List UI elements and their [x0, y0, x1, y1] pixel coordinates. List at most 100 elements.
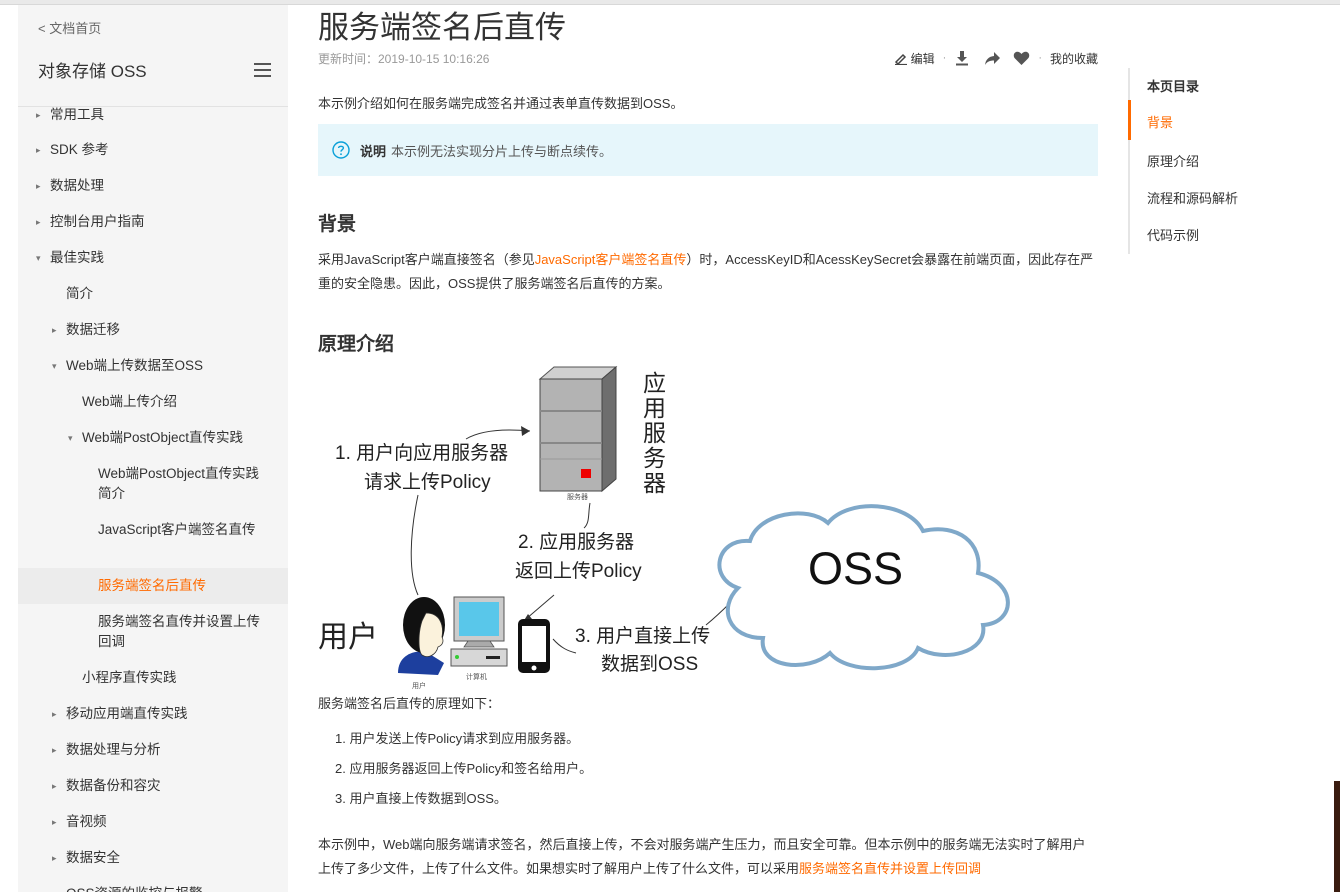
- sidebar-item[interactable]: 服务端签名后直传: [18, 568, 288, 604]
- sidebar-item-label: 常用工具: [50, 107, 104, 122]
- server-icon: [538, 365, 618, 493]
- js-signature-link[interactable]: JavaScript客户端签名直传: [535, 252, 687, 267]
- page-title: 服务端签名后直传: [318, 10, 566, 45]
- principle-diagram: 服务器 应 用 服 务 器 1. 用户向应用服务器 请求上传Policy 2. …: [318, 365, 1010, 690]
- sidebar-item-label: 控制台用户指南: [50, 214, 145, 229]
- sidebar-item-label: 小程序直传实践: [82, 670, 177, 685]
- sidebar-item-label: 数据处理与分析: [66, 742, 161, 757]
- oss-label: OSS: [808, 543, 903, 594]
- caret-right-icon[interactable]: ▸: [36, 105, 41, 125]
- edit-icon: [894, 53, 907, 65]
- caret-right-icon[interactable]: ▸: [52, 776, 57, 796]
- sidebar-item[interactable]: ▾ Web端上传数据至OSS: [18, 356, 288, 376]
- caret-right-icon[interactable]: ▸: [36, 212, 41, 232]
- caret-right-icon[interactable]: ▸: [52, 812, 57, 832]
- background-text-before: 采用JavaScript客户端直接签名（参见: [318, 252, 535, 267]
- toolbar-separator: ·: [942, 52, 947, 64]
- favorite-button[interactable]: [1013, 51, 1030, 66]
- user-label: 用户: [318, 621, 378, 654]
- sidebar-item-label: 数据安全: [66, 850, 120, 865]
- sidebar-item[interactable]: 服务端签名直传并设置上传回调: [18, 612, 288, 652]
- user-caption: 用户: [412, 681, 426, 690]
- toc-title: 本页目录: [1147, 79, 1200, 94]
- sidebar-item[interactable]: Web端PostObject直传实践简介: [18, 464, 288, 504]
- sidebar-item-label: 数据迁移: [66, 322, 120, 337]
- sidebar-item-label: 简介: [66, 286, 93, 301]
- background-paragraph: 采用JavaScript客户端直接签名（参见JavaScript客户端签名直传）…: [318, 248, 1098, 296]
- sidebar-item[interactable]: JavaScript客户端签名直传: [18, 520, 288, 560]
- sidebar-item[interactable]: ▸ SDK 参考: [18, 140, 288, 160]
- sidebar-item[interactable]: OSS资源的监控与报警: [18, 884, 288, 892]
- toc-item-background[interactable]: 背景: [1147, 112, 1173, 131]
- sidebar-item-label: 数据处理: [50, 178, 104, 193]
- step2-label-line1: 2. 应用服务器: [518, 531, 634, 553]
- back-to-docs-link[interactable]: < 文档首页: [38, 18, 101, 37]
- sidebar-item[interactable]: ▸ 数据处理: [18, 176, 288, 196]
- step3-label-line1: 3. 用户直接上传: [575, 625, 710, 647]
- sidebar-item-label: Web端PostObject直传实践简介: [98, 466, 260, 501]
- sidebar-item-label: SDK 参考: [50, 142, 109, 157]
- download-icon: [956, 51, 969, 66]
- server-label-char: 应: [643, 370, 666, 396]
- download-button[interactable]: [954, 50, 970, 66]
- caret-down-icon[interactable]: ▾: [36, 248, 41, 268]
- sidebar-item[interactable]: ▸ 数据安全: [18, 848, 288, 868]
- caret-right-icon[interactable]: ▸: [52, 704, 57, 724]
- sidebar-divider: [18, 106, 288, 107]
- note-label: 说明: [360, 143, 387, 159]
- caret-right-icon[interactable]: ▸: [52, 740, 57, 760]
- sidebar-item[interactable]: ▸ 移动应用端直传实践: [18, 704, 288, 724]
- sidebar-item-label: 移动应用端直传实践: [66, 706, 188, 721]
- heading-principle: 原理介绍: [318, 334, 395, 355]
- caret-right-icon[interactable]: ▸: [36, 140, 41, 160]
- sidebar-item[interactable]: ▾ Web端PostObject直传实践: [18, 428, 288, 448]
- sidebar-item-label: 服务端签名后直传: [98, 578, 206, 593]
- sidebar-item-label: 最佳实践: [50, 250, 104, 265]
- sidebar-item-label: 音视频: [66, 814, 107, 829]
- caret-right-icon[interactable]: ▸: [52, 320, 57, 340]
- bottom-paragraph: 本示例中，Web端向服务端请求签名，然后直接上传，不会对服务端产生压力，而且安全…: [318, 833, 1098, 881]
- my-collection-link[interactable]: 我的收藏: [1050, 50, 1098, 67]
- caret-down-icon[interactable]: ▾: [52, 356, 57, 376]
- upload-callback-link[interactable]: 服务端签名直传并设置上传回调: [799, 861, 981, 876]
- sidebar-item[interactable]: ▸ 数据处理与分析: [18, 740, 288, 760]
- computer-caption: 计算机: [466, 672, 487, 681]
- share-button[interactable]: [984, 51, 1001, 66]
- note-box: 说明 本示例无法实现分片上传与断点续传。: [318, 124, 1098, 176]
- sidebar-item[interactable]: ▸ 数据备份和容灾: [18, 776, 288, 796]
- edit-button[interactable]: 编辑: [894, 50, 935, 67]
- update-time: 更新时间：2019-10-15 10:16:26: [318, 52, 490, 66]
- sidebar-item[interactable]: ▸ 数据迁移: [18, 320, 288, 340]
- sidebar-item-label: Web端上传数据至OSS: [66, 358, 204, 373]
- sidebar-item[interactable]: ▸ 音视频: [18, 812, 288, 832]
- toolbar-separator: ·: [1038, 52, 1042, 64]
- question-circle-icon: [332, 141, 350, 159]
- sidebar-product-title: 对象存储 OSS: [38, 62, 147, 81]
- sidebar-item[interactable]: 简介: [18, 284, 288, 304]
- steps-intro: 服务端签名后直传的原理如下：: [318, 696, 501, 711]
- window-edge-strip: [1334, 781, 1340, 892]
- phone-icon: [518, 619, 550, 673]
- step2-label-line2: 返回上传Policy: [515, 560, 642, 582]
- toc-item-flow[interactable]: 流程和源码解析: [1147, 188, 1238, 207]
- caret-right-icon[interactable]: ▸: [52, 848, 57, 868]
- share-icon: [985, 51, 1001, 65]
- server-label-char: 服: [643, 420, 666, 446]
- heading-background: 背景: [318, 214, 357, 235]
- hamburger-menu-icon[interactable]: [254, 63, 271, 77]
- sidebar-item[interactable]: ▸ 常用工具: [18, 105, 288, 125]
- sidebar-item[interactable]: ▾ 最佳实践: [18, 248, 288, 268]
- caret-right-icon[interactable]: ▸: [36, 176, 41, 196]
- page-toc: 本页目录 背景 原理介绍 流程和源码解析 代码示例: [1128, 68, 1328, 254]
- sidebar-item[interactable]: Web端上传介绍: [18, 392, 288, 412]
- computer-icon: [450, 596, 508, 667]
- caret-down-icon[interactable]: ▾: [68, 428, 73, 448]
- server-caption: 服务器: [567, 492, 588, 501]
- sidebar-item[interactable]: ▸ 控制台用户指南: [18, 212, 288, 232]
- sidebar-item[interactable]: 小程序直传实践: [18, 668, 288, 688]
- toc-item-code[interactable]: 代码示例: [1147, 225, 1199, 244]
- toc-item-principle[interactable]: 原理介绍: [1147, 151, 1199, 170]
- doc-toolbar: 编辑 · · 我的收藏: [894, 48, 1098, 68]
- sidebar-item-label: Web端上传介绍: [82, 394, 178, 409]
- step1-label-line2: 请求上传Policy: [364, 471, 491, 493]
